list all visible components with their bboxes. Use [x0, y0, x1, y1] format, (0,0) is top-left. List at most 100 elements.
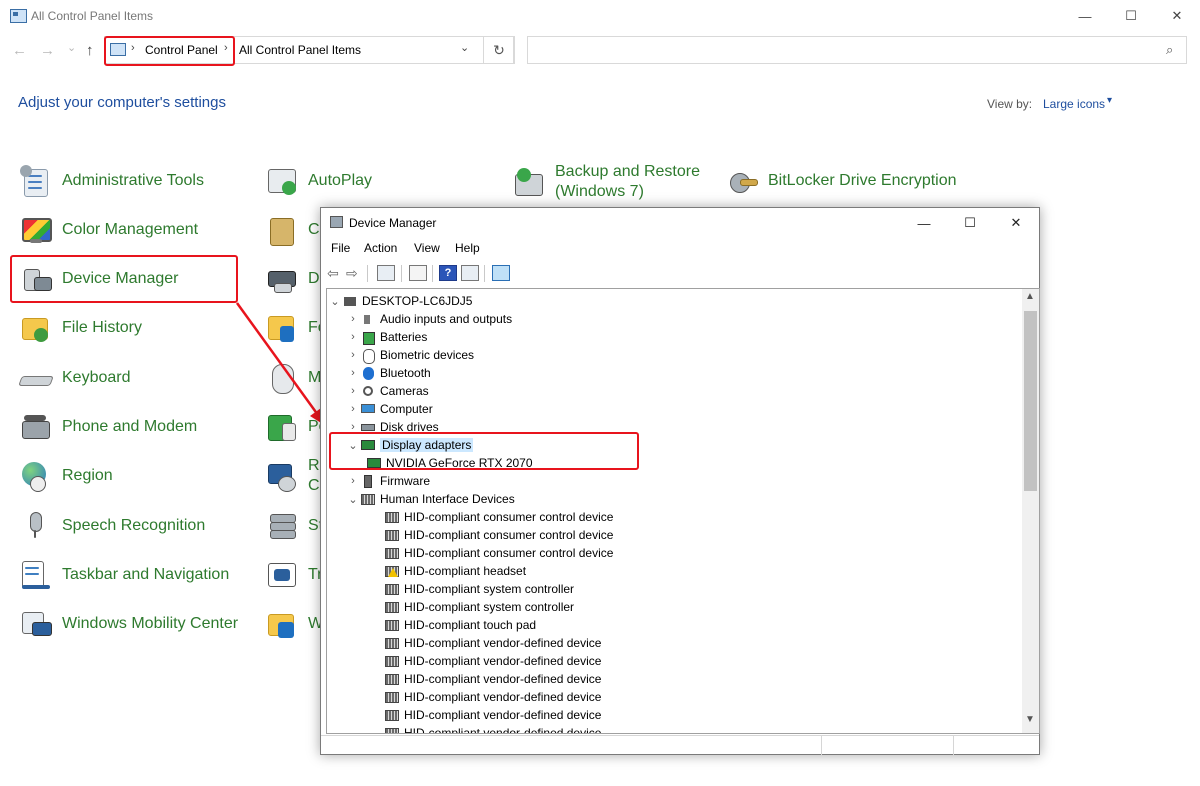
- tree-device[interactable]: HID-compliant vendor-defined device: [383, 688, 601, 706]
- collapse-chevron-icon[interactable]: ›: [347, 385, 359, 397]
- item-label: C: [308, 221, 320, 238]
- bluetooth-icon: [361, 366, 375, 380]
- menu-help[interactable]: Help: [455, 241, 480, 255]
- scroll-up-arrow-icon[interactable]: ▲: [1025, 291, 1035, 302]
- microphone-icon: [20, 510, 52, 542]
- item-speech-recognition[interactable]: Speech Recognition: [20, 509, 205, 543]
- tree-device[interactable]: HID-compliant vendor-defined device: [383, 706, 601, 724]
- tree-device[interactable]: HID-compliant vendor-defined device: [383, 670, 601, 688]
- tree-label: HID-compliant vendor-defined device: [404, 690, 602, 704]
- tree-category[interactable]: › Bluetooth: [347, 364, 431, 382]
- tree-category[interactable]: ⌄ Human Interface Devices: [347, 490, 515, 508]
- title-bar: All Control Panel Items — ☐ ✕: [0, 0, 1200, 32]
- tree-device[interactable]: HID-compliant headset: [383, 562, 526, 580]
- scroll-thumb[interactable]: [1024, 311, 1037, 491]
- item-file-history[interactable]: File History: [20, 311, 142, 345]
- work-folders-icon: [266, 608, 298, 640]
- tree-category[interactable]: › Computer: [347, 400, 433, 418]
- firmware-icon: [361, 474, 375, 488]
- tree-category[interactable]: › Biometric devices: [347, 346, 474, 364]
- collapse-chevron-icon[interactable]: ›: [347, 367, 359, 379]
- dm-maximize-button[interactable]: ☐: [947, 208, 993, 238]
- item-col2-d[interactable]: D: [266, 262, 320, 296]
- tree-device[interactable]: HID-compliant consumer control device: [383, 526, 613, 544]
- item-col2-c[interactable]: C: [266, 213, 320, 247]
- search-input[interactable]: [527, 36, 1187, 64]
- scan-hardware-icon[interactable]: [492, 265, 510, 281]
- dm-minimize-button[interactable]: —: [901, 208, 947, 238]
- vertical-scrollbar[interactable]: ▲ ▼: [1022, 289, 1039, 733]
- tree-category[interactable]: › Firmware: [347, 472, 430, 490]
- tree-device[interactable]: HID-compliant system controller: [383, 598, 574, 616]
- menu-action[interactable]: Action: [364, 241, 397, 255]
- item-col2-tr[interactable]: Tr: [266, 558, 323, 592]
- view-by-caret-icon[interactable]: ▾: [1107, 95, 1112, 106]
- close-button[interactable]: ✕: [1154, 0, 1200, 32]
- back-arrow-icon[interactable]: ←: [12, 42, 27, 59]
- tree-device[interactable]: HID-compliant vendor-defined device: [383, 634, 601, 652]
- item-col2-fo[interactable]: Fo: [266, 311, 327, 345]
- breadcrumb-all-items[interactable]: All Control Panel Items: [239, 43, 361, 57]
- item-administrative-tools[interactable]: Administrative Tools: [20, 164, 204, 198]
- maximize-button[interactable]: ☐: [1108, 0, 1154, 32]
- item-windows-mobility-center[interactable]: Windows Mobility Center: [20, 607, 238, 641]
- up-arrow-icon[interactable]: ↑: [86, 42, 94, 59]
- tree-category[interactable]: › Audio inputs and outputs: [347, 310, 512, 328]
- item-color-management[interactable]: Color Management: [20, 213, 198, 247]
- search-icon[interactable]: ⌕: [1166, 42, 1173, 58]
- collapse-chevron-icon[interactable]: ›: [347, 349, 359, 361]
- collapse-chevron-icon[interactable]: ›: [347, 313, 359, 325]
- recent-locations-icon[interactable]: ⌄: [67, 41, 76, 54]
- expand-chevron-icon[interactable]: ⌄: [347, 493, 359, 506]
- power-options-icon: [266, 411, 298, 443]
- collapse-chevron-icon[interactable]: ›: [347, 475, 359, 487]
- tree-category[interactable]: › Cameras: [347, 382, 429, 400]
- collapse-chevron-icon[interactable]: ›: [347, 331, 359, 343]
- tree-device[interactable]: HID-compliant system controller: [383, 580, 574, 598]
- item-col2-m[interactable]: M: [266, 361, 321, 395]
- item-backup-and-restore[interactable]: Backup and Restore (Windows 7): [513, 160, 700, 204]
- item-phone-and-modem[interactable]: Phone and Modem: [20, 410, 197, 444]
- tree-category[interactable]: › Batteries: [347, 328, 427, 346]
- tree-device[interactable]: HID-compliant vendor-defined device: [383, 652, 601, 670]
- scroll-down-arrow-icon[interactable]: ▼: [1025, 714, 1035, 725]
- item-col2-w[interactable]: W: [266, 607, 323, 641]
- item-col2-st[interactable]: St: [266, 509, 323, 543]
- address-dropdown-icon[interactable]: ⌄: [460, 41, 469, 54]
- tree-device[interactable]: HID-compliant consumer control device: [383, 508, 613, 526]
- help-icon[interactable]: ?: [439, 265, 457, 281]
- item-bitlocker[interactable]: BitLocker Drive Encryption: [726, 164, 957, 198]
- update-driver-icon[interactable]: [409, 265, 427, 281]
- tree-device[interactable]: HID-compliant consumer control device: [383, 544, 613, 562]
- view-icon[interactable]: [461, 265, 479, 281]
- menu-view[interactable]: View: [414, 241, 440, 255]
- item-taskbar-and-navigation[interactable]: Taskbar and Navigation: [20, 558, 229, 592]
- item-keyboard[interactable]: Keyboard: [18, 361, 131, 395]
- tree-root[interactable]: ⌄ DESKTOP-LC6JDJ5: [329, 292, 472, 310]
- tree-device[interactable]: HID-compliant touch pad: [383, 616, 536, 634]
- item-region[interactable]: Region: [20, 459, 113, 493]
- properties-icon[interactable]: [377, 265, 395, 281]
- tree-device[interactable]: HID-compliant vendor-defined device: [383, 724, 601, 733]
- tree-label: HID-compliant headset: [404, 564, 527, 578]
- hid-icon: [385, 673, 399, 686]
- refresh-button[interactable]: ↻: [483, 36, 515, 64]
- mouse-icon: [266, 362, 298, 394]
- item-label: Color Management: [62, 221, 199, 238]
- menu-file[interactable]: File: [331, 241, 350, 255]
- forward-icon[interactable]: ⇨: [346, 265, 364, 281]
- forward-arrow-icon[interactable]: →: [40, 42, 55, 59]
- tree-label: Human Interface Devices: [380, 492, 515, 506]
- back-icon[interactable]: ⇦: [327, 265, 345, 281]
- minimize-button[interactable]: —: [1062, 0, 1108, 32]
- view-by-dropdown[interactable]: Large icons: [1043, 97, 1105, 111]
- expand-chevron-icon[interactable]: ⌄: [329, 295, 341, 308]
- item-autoplay[interactable]: AutoPlay: [266, 164, 372, 198]
- hid-icon: [385, 511, 399, 524]
- item-col2-po[interactable]: Po: [266, 410, 328, 444]
- device-tree[interactable]: ⌄ DESKTOP-LC6JDJ5 › Audio inputs and out…: [326, 288, 1040, 734]
- item-label: Backup and Restore (Windows 7): [555, 163, 700, 200]
- collapse-chevron-icon[interactable]: ›: [347, 403, 359, 415]
- dm-close-button[interactable]: ✕: [993, 208, 1039, 238]
- annotation-highlight-breadcrumb: [104, 36, 235, 66]
